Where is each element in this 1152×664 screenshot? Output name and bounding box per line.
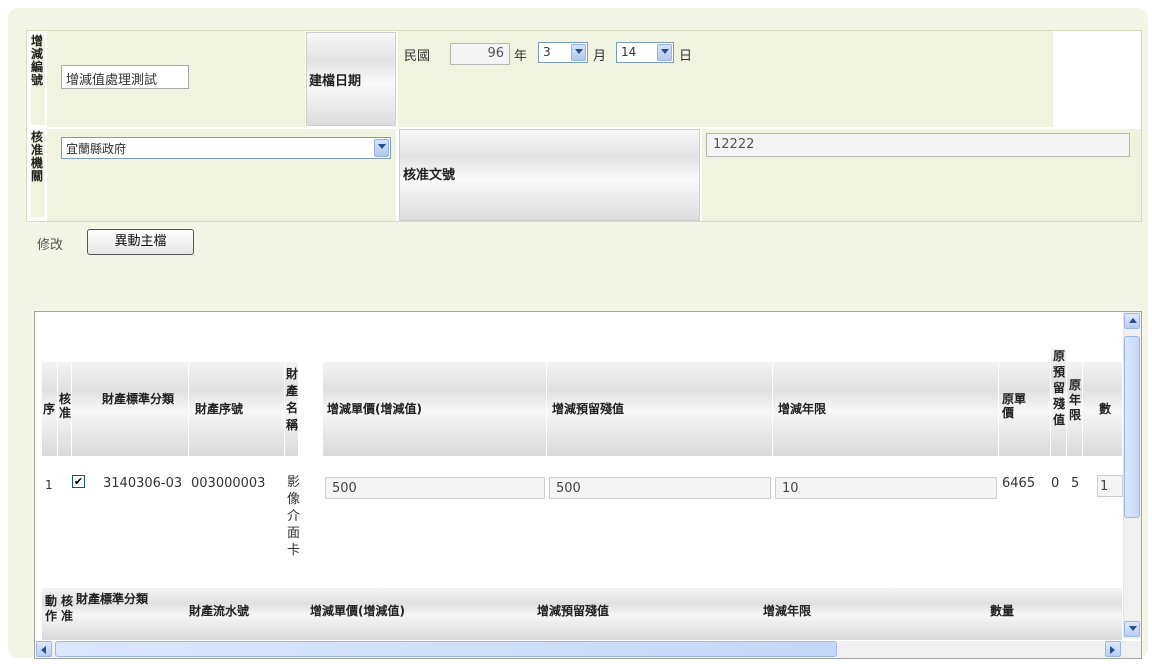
case-no-cell: 增減值處理測試 [47,31,305,127]
approve-doc-label-text: 核准文號 [403,168,456,183]
horizontal-scrollbar[interactable] [35,641,1141,658]
row-residual-input[interactable]: 500 [549,477,771,499]
approve-doc-cell: 12222 [702,129,1141,221]
col-qty: 數 [1083,362,1123,456]
row-name: 影像介面卡 [287,475,301,558]
row-orig-price: 6465 [1002,476,1036,491]
approve-org-select-value: 宜蘭縣政府 [66,142,127,156]
foot-qty: 數量 [990,604,1015,618]
scroll-right-icon[interactable] [1105,641,1121,657]
row-category: 3140306-03 [103,476,183,491]
month-unit: 月 [593,49,607,64]
col-unit-price-text: 增減單價(增減值) [327,402,422,416]
scroll-up-icon[interactable] [1124,313,1140,329]
approve-doc-input[interactable]: 12222 [706,133,1130,157]
chevron-down-icon [657,44,672,61]
foot-category: 財產標準分類 [76,592,149,606]
row-unit-price-input[interactable]: 500 [325,477,545,499]
build-date-label: 建檔日期 [306,32,396,126]
row-serial: 003000003 [191,476,266,491]
footer-header-row: 動作 核准 財產標準分類 財產流水號 增減單價(增減值) 增減預留殘值 增減年限… [42,588,1123,640]
horizontal-scroll-thumb[interactable] [55,641,837,657]
col-orig-years: 原年限 [1067,362,1083,456]
master-file-button[interactable]: 異動主檔 [87,229,194,255]
col-years-text: 增減年限 [778,402,827,416]
col-residual: 增減預留殘值 [547,362,773,456]
day-select-value: 14 [621,45,637,59]
col-qty-text: 數 [1099,402,1112,416]
foot-approve: 核准 [61,594,74,623]
day-unit: 日 [679,49,693,64]
day-select[interactable]: 14 [616,42,674,63]
col-years: 增減年限 [773,362,999,456]
col-serial: 財產序號 [189,362,285,456]
approve-org-cell: 宜蘭縣政府 [47,129,396,221]
row-orig-years: 5 [1071,476,1080,491]
month-select-value: 3 [543,45,551,59]
col-orig-residual-text: 原預留殘值 [1053,349,1066,427]
row-years-input[interactable]: 10 [775,477,997,499]
year-unit: 年 [514,49,528,64]
record-form: 增減編號 增減值處理測試 建檔日期 民國 96 年 3 月 14 日 核准機關 … [26,30,1142,222]
col-orig-price: 原單價 [999,362,1051,456]
foot-residual: 增減預留殘值 [537,604,610,618]
col-unit-price: 增減單價(增減值) [323,362,547,456]
case-no-label: 增減編號 [31,35,45,125]
col-residual-text: 增減預留殘值 [552,402,625,416]
scroll-down-icon[interactable] [1124,621,1140,637]
approve-doc-label: 核准文號 [399,129,700,221]
chevron-down-icon [571,44,586,61]
build-date-cell: 民國 96 年 3 月 14 日 [398,31,1053,127]
era-label: 民國 [404,49,431,64]
build-date-label-text: 建檔日期 [309,74,362,89]
foot-serial: 財產流水號 [189,604,250,618]
approve-org-label: 核准機關 [31,131,45,217]
foot-action: 動作 [45,594,58,623]
edit-button[interactable]: 修改 [37,234,63,253]
foot-years: 增減年限 [763,604,812,618]
col-category-text: 財產標準分類 [102,392,175,406]
chevron-down-icon [374,139,389,157]
foot-unit-price: 增減單價(增減值) [310,604,405,618]
approve-org-select[interactable]: 宜蘭縣政府 [61,137,391,159]
detail-grid[interactable]: 序 核准 財產標準分類 財產序號 財產名稱 增減單價(增減值) 增減預留殘值 增… [34,311,1142,659]
col-name-text: 財產名稱 [286,367,299,432]
month-select[interactable]: 3 [538,42,588,63]
vertical-scroll-thumb[interactable] [1124,336,1140,518]
col-orig-residual: 原預留殘值 [1051,348,1067,456]
col-name: 財產名稱 [285,362,299,456]
col-orig-years-text: 原年限 [1069,378,1082,422]
vertical-scrollbar[interactable] [1123,312,1141,639]
year-input[interactable]: 96 [450,43,510,65]
col-seq-text: 序 [43,402,56,416]
row-orig-residual: 0 [1051,476,1060,491]
row-approve-checkbox[interactable]: ✔ [72,475,85,488]
col-serial-text: 財產序號 [195,402,244,416]
row-seq: 1 [45,478,53,492]
row-qty-input[interactable]: 1 [1097,475,1123,497]
col-approve: 核准 [58,362,72,456]
col-orig-price-text: 原單價 [1002,392,1027,420]
col-approve-text: 核准 [59,392,72,420]
col-seq: 序 [42,362,58,456]
col-category: 財產標準分類 [72,362,189,456]
scroll-left-icon[interactable] [36,641,52,657]
case-no-input[interactable]: 增減值處理測試 [61,65,189,89]
